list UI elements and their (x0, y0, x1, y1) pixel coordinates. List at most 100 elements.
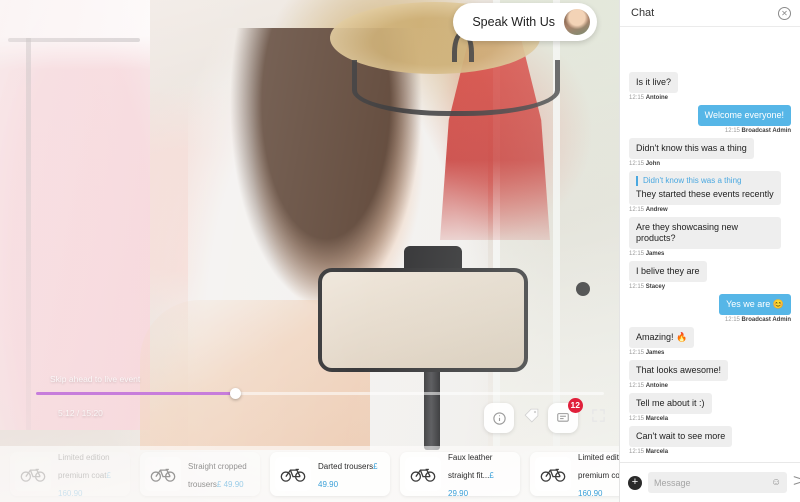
product-name: Faux leather straight fit... (448, 453, 493, 480)
message-meta: 12:15 James (629, 251, 664, 257)
message-text: Yes we are 😊 (726, 299, 784, 309)
chat-message: Yes we are 😊 12:15 Broadcast Admin (629, 294, 791, 323)
info-button[interactable] (484, 403, 514, 433)
message-bubble: Are they showcasing new products? (629, 217, 781, 249)
chat-message: I belive they are 12:15 Stacey (629, 261, 791, 290)
message-meta: 12:15 John (629, 161, 660, 167)
chat-message: Didn't know this was a thing They started… (629, 171, 791, 213)
message-meta: 12:15 Marcela (629, 416, 668, 422)
chat-composer: + ☺ (620, 462, 800, 502)
message-time: 12:15 (724, 317, 740, 323)
chat-message: Can't wait to see more 12:15 Marcela (629, 426, 791, 455)
message-text: They started these events recently (636, 189, 774, 199)
chat-message: Tell me about it :) 12:15 Marcela (629, 393, 791, 422)
progress-handle[interactable] (229, 388, 241, 399)
bicycle-icon (15, 457, 51, 491)
chat-icon (556, 411, 570, 425)
message-text: That looks awesome! (636, 365, 722, 375)
message-author: Marcela (645, 416, 669, 422)
chat-message: Didn't know this was a thing 12:15 John (629, 138, 791, 167)
message-time: 12:15 (629, 284, 645, 290)
message-bubble: Didn't know this was a thing (629, 138, 754, 159)
product-card[interactable]: Limited edition premium coat£ 160.90 (10, 452, 130, 498)
progress-fill (36, 392, 235, 395)
message-time: 12:15 (629, 350, 645, 356)
product-card[interactable]: Faux leather straight fit...£ 29.90 (400, 452, 520, 498)
message-text: Welcome everyone! (704, 110, 784, 120)
product-name: Limited edition premium coat (578, 453, 619, 480)
message-author: Broadcast Admin (741, 128, 791, 134)
message-text: I belive they are (636, 266, 700, 276)
message-text: Didn't know this was a thing (636, 143, 747, 153)
message-time: 12:15 (629, 416, 645, 422)
message-author: Antoine (645, 95, 669, 101)
message-meta: 12:15 Stacey (629, 284, 665, 290)
message-time: 12:15 (724, 128, 740, 134)
message-bubble: Yes we are 😊 (719, 294, 791, 315)
message-author: James (645, 350, 665, 356)
message-time: 12:15 (629, 449, 645, 455)
chat-header: Chat ✕ (620, 0, 800, 27)
bicycle-icon (145, 457, 181, 491)
fullscreen-icon (591, 408, 606, 428)
product-card[interactable]: Darted trousers£ 49.90 (270, 452, 390, 496)
message-time: 12:15 (629, 207, 645, 213)
chat-message: Welcome everyone! 12:15 Broadcast Admin (629, 105, 791, 134)
close-icon[interactable]: ✕ (778, 6, 791, 20)
quoted-message: Didn't know this was a thing (636, 176, 774, 186)
message-author: Andrew (645, 207, 668, 213)
chat-panel: Chat ✕ Is it live? 12:15 Antoine Welcome e… (619, 0, 800, 502)
avatar-icon (564, 9, 590, 35)
message-meta: 12:15 Marcela (629, 449, 668, 455)
message-meta: 12:15 Broadcast Admin (725, 128, 791, 134)
progress-bar[interactable] (36, 388, 604, 399)
message-author: Stacey (645, 284, 666, 290)
chat-message: That looks awesome! 12:15 Antoine (629, 360, 791, 389)
product-tag-button[interactable] (519, 406, 543, 430)
message-bubble: Can't wait to see more (629, 426, 733, 447)
message-meta: 12:15 Antoine (629, 95, 668, 101)
message-meta: 12:15 James (629, 350, 664, 356)
message-meta: 12:15 Broadcast Admin (725, 317, 791, 323)
emoji-icon[interactable]: ☺ (771, 477, 781, 488)
send-icon[interactable] (793, 474, 800, 492)
product-name: Limited edition premium coat (58, 453, 110, 480)
product-card[interactable]: Limited edition premium coat£ 160.90 (530, 452, 619, 498)
message-bubble: I belive they are (629, 261, 707, 282)
message-author: Antoine (645, 383, 669, 389)
skip-to-live-label: Skip ahead to live event (50, 374, 141, 384)
chat-message-list[interactable]: Is it live? 12:15 Antoine Welcome everyone… (620, 27, 800, 462)
product-card[interactable]: Straight cropped trousers£ 49.90 (140, 452, 260, 496)
message-meta: 12:15 Antoine (629, 383, 668, 389)
tag-icon (523, 407, 540, 429)
message-author: Marcela (645, 449, 669, 455)
message-input-wrapper[interactable]: ☺ (648, 472, 788, 493)
chat-title: Chat (631, 7, 655, 19)
message-input[interactable] (654, 477, 771, 488)
product-carousel[interactable]: Limited edition premium coat£ 160.90 Stra… (0, 446, 619, 502)
message-bubble: Amazing! 🔥 (629, 327, 695, 348)
message-text: Amazing! 🔥 (636, 332, 688, 342)
chat-message: Amazing! 🔥 12:15 James (629, 327, 791, 356)
live-shopping-app: Speak With Us Skip ahead to live event 5… (0, 0, 800, 502)
speak-with-us-button[interactable]: Speak With Us (453, 3, 597, 41)
message-time: 12:15 (629, 161, 645, 167)
chat-message: Are they showcasing new products? 12:15 J… (629, 217, 791, 257)
message-bubble: Didn't know this was a thing They started… (629, 171, 781, 205)
chat-unread-badge: 12 (567, 398, 583, 413)
message-text: Tell me about it :) (636, 398, 705, 408)
video-player[interactable]: Speak With Us Skip ahead to live event 5… (0, 0, 619, 502)
message-author: James (645, 251, 665, 257)
fullscreen-button[interactable] (586, 406, 610, 430)
chat-message: Is it live? 12:15 Antoine (629, 72, 791, 101)
message-bubble: Is it live? (629, 72, 679, 93)
bicycle-icon (275, 457, 311, 491)
message-bubble: Tell me about it :) (629, 393, 712, 414)
plus-icon[interactable]: + (628, 475, 642, 490)
message-meta: 12:15 Andrew (629, 207, 668, 213)
product-price: £ 49.90 (216, 480, 244, 489)
bicycle-icon (535, 457, 571, 491)
product-name: Darted trousers (318, 462, 374, 471)
toggle-chat-button[interactable]: 12 (548, 398, 583, 433)
info-icon (492, 411, 507, 426)
